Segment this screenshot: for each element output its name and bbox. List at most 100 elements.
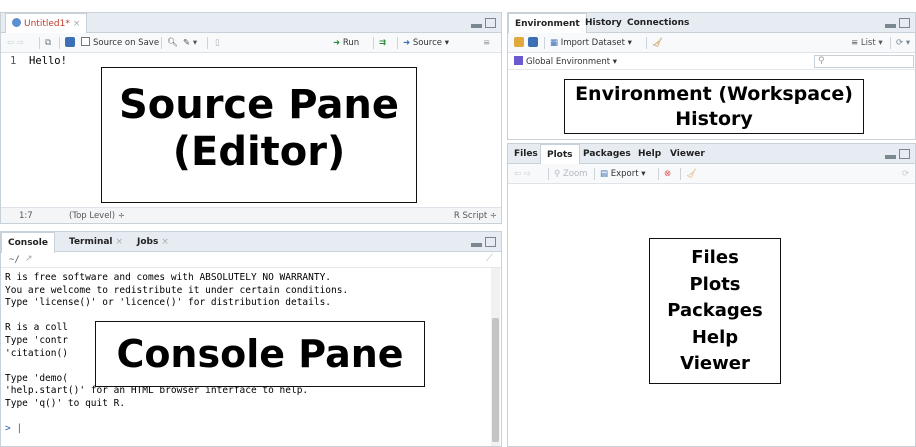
tab-viewer-label: Viewer (670, 149, 705, 159)
rerun-icon[interactable]: ⇉ (379, 37, 386, 49)
window-controls (471, 237, 497, 248)
environment-toolbar: ▦ Import Dataset ▾ 🧹︎ ≡ List ▾ ⟳ ▾ (508, 33, 915, 53)
run-label: Run (342, 38, 360, 48)
tab-packages-label: Packages (583, 149, 631, 159)
list-label: List (860, 38, 876, 48)
source-pane: Untitled1* × ⇦ ⇨ ⧉ Source on Save 🔍︎ ✎ ▾ … (0, 12, 502, 224)
window-controls (471, 18, 497, 29)
r-file-icon (12, 18, 21, 27)
save-icon[interactable] (528, 37, 538, 49)
tab-viewer[interactable]: Viewer (664, 144, 711, 164)
tab-environment[interactable]: Environment (508, 13, 587, 34)
environment-pane-overlay-line1: Environment (Workspace) (575, 83, 853, 105)
tab-console-label: Console (8, 238, 48, 248)
compile-report-icon[interactable]: ▯ (215, 37, 220, 49)
source-pane-overlay-line1: Source Pane (118, 82, 400, 128)
scope-selector[interactable]: (Top Level) ÷ (69, 208, 125, 223)
minimize-button[interactable] (471, 24, 482, 28)
export-label: Export (610, 169, 639, 179)
source-toolbar: ⇦ ⇨ ⧉ Source on Save 🔍︎ ✎ ▾ ▯ ➜ Run ⇉ ➜ … (1, 33, 501, 53)
console-pane-overlay-text: Console Pane (116, 332, 404, 376)
working-directory[interactable]: ~/ (9, 255, 20, 265)
broom-icon[interactable]: 🧹︎ (686, 168, 697, 180)
tab-plots[interactable]: Plots (540, 144, 580, 165)
minimize-button[interactable] (885, 24, 896, 28)
search-icon: ⚲ (818, 56, 825, 66)
console-tabbar: Console Terminal × Jobs × (1, 232, 501, 253)
console-scrollbar[interactable] (491, 268, 500, 446)
maximize-button[interactable] (899, 18, 910, 28)
tab-packages[interactable]: Packages (577, 144, 637, 164)
console-line: > | (5, 423, 23, 435)
close-icon[interactable]: × (73, 19, 81, 29)
tab-help[interactable]: Help (632, 144, 667, 164)
file-type-selector[interactable]: R Script ÷ (454, 208, 497, 223)
source-label: Source (412, 38, 443, 48)
environment-pane-overlay: Environment (Workspace) History (564, 79, 864, 134)
list-view-button[interactable]: ≡ List ▾ (851, 37, 883, 49)
import-dataset-button[interactable]: ▦ Import Dataset ▾ (550, 37, 632, 49)
source-pane-overlay-line2: (Editor) (172, 129, 346, 175)
console-pathbar: ~/ ↗ ⟋ (1, 252, 501, 268)
tab-connections[interactable]: Connections (621, 13, 695, 33)
code-line: Hello! (29, 55, 67, 67)
broom-icon[interactable]: 🧹︎ (652, 37, 663, 49)
tab-jobs-label: Jobs (137, 237, 159, 247)
close-icon[interactable]: × (161, 237, 169, 247)
tab-environment-label: Environment (515, 19, 580, 29)
zoom-icon: ⚲ (554, 169, 561, 179)
console-pane-overlay: Console Pane (95, 321, 425, 387)
close-icon[interactable]: × (116, 237, 124, 247)
run-button[interactable]: ➜ Run (333, 37, 359, 49)
console-line: R is free software and comes with ABSOLU… (5, 272, 332, 283)
magic-wand-icon[interactable]: ✎ ▾ (183, 37, 197, 49)
console-line: Type 'license()' or 'licence()' for dist… (5, 297, 332, 309)
open-in-window-icon[interactable]: ⧉ (45, 37, 51, 49)
source-arrow-icon: ➜ (403, 38, 411, 48)
tab-untitled1[interactable]: Untitled1* × (5, 13, 88, 34)
environment-scope-selector[interactable]: Global Environment ▾ (514, 56, 617, 67)
search-icon[interactable]: 🔍︎ (167, 37, 178, 49)
maximize-button[interactable] (899, 149, 910, 159)
console-line: Type 'q()' to quit R. (5, 397, 126, 409)
refresh-icon[interactable]: ⟳ ▾ (896, 37, 910, 49)
console-line: You are welcome to redistribute it under… (5, 284, 349, 296)
minimize-button[interactable] (471, 243, 482, 247)
tab-connections-label: Connections (627, 18, 690, 28)
minimize-button[interactable] (885, 155, 896, 159)
refresh-icon[interactable]: ⟳ (902, 168, 909, 180)
source-button[interactable]: ➜ Source ▾ (403, 37, 449, 49)
files-pane-overlay-line: Plots (689, 273, 741, 295)
back-arrow-icon[interactable]: ⇦ ⇨ (7, 37, 24, 49)
path-arrow-icon[interactable]: ↗ (25, 254, 33, 264)
remove-plot-icon[interactable]: ⊗ (664, 168, 671, 180)
tab-files[interactable]: Files (508, 144, 544, 164)
environment-search-input[interactable]: ⚲ (814, 55, 914, 68)
files-pane-overlay-line: Help (691, 326, 739, 348)
files-pane-overlay: Files Plots Packages Help Viewer (649, 238, 781, 384)
environment-icon (514, 56, 523, 65)
source-on-save-checkbox[interactable]: Source on Save (81, 37, 159, 49)
tab-plots-label: Plots (547, 150, 573, 160)
line-number: 1 (10, 55, 17, 67)
zoom-button[interactable]: ⚲ Zoom (554, 168, 587, 180)
import-dataset-label: Import Dataset (560, 38, 625, 48)
back-arrow-icon[interactable]: ⇦ ⇨ (514, 168, 531, 180)
tab-files-label: Files (514, 149, 538, 159)
outline-icon[interactable]: ≡ (483, 37, 490, 49)
tab-help-label: Help (638, 149, 662, 159)
save-icon[interactable] (65, 37, 75, 49)
tab-console[interactable]: Console (1, 232, 55, 253)
maximize-button[interactable] (485, 237, 496, 247)
tab-terminal[interactable]: Terminal × (63, 232, 129, 252)
maximize-button[interactable] (485, 18, 496, 28)
tab-jobs[interactable]: Jobs × (131, 232, 175, 252)
tab-label: Untitled1* (24, 19, 70, 29)
clear-console-icon[interactable]: ⟋ (486, 253, 493, 264)
export-button[interactable]: ▤ Export ▾ (600, 168, 646, 180)
load-workspace-icon[interactable] (514, 37, 524, 49)
scrollbar-thumb[interactable] (492, 318, 499, 442)
run-arrow-icon: ➜ (333, 38, 341, 48)
window-controls (885, 149, 911, 160)
